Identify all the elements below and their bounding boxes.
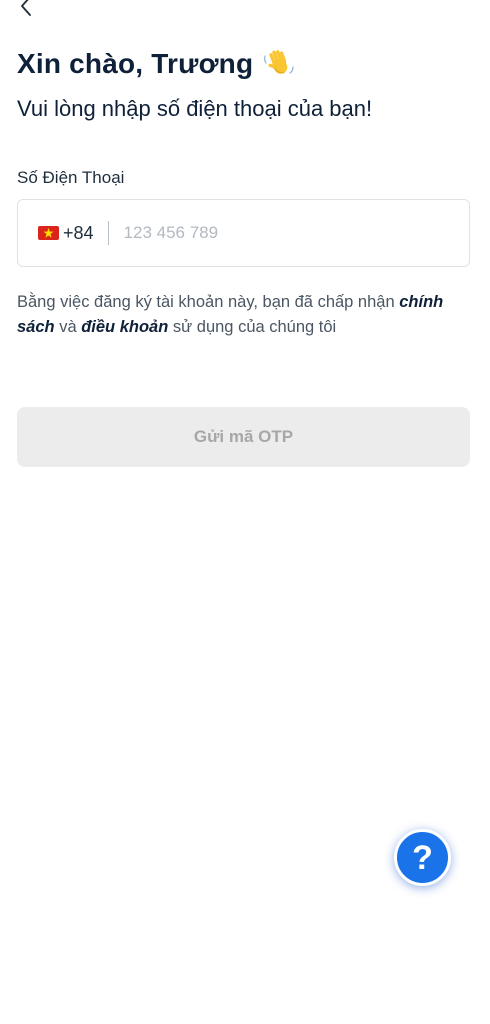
field-divider [107, 221, 109, 245]
terms-prefix: Bằng việc đăng ký tài khoản này, bạn đã … [17, 293, 400, 311]
vietnam-flag-icon [38, 226, 59, 240]
question-mark-icon: ? [412, 838, 433, 877]
phone-number-input[interactable] [123, 223, 424, 243]
country-code[interactable]: +84 [63, 223, 94, 244]
send-otp-button[interactable]: Gửi mã OTP [17, 407, 470, 467]
waving-hand-icon [264, 50, 294, 74]
greeting: Xin chào, Trương [17, 48, 295, 80]
terms-middle: và [54, 318, 82, 336]
terms-text: Bằng việc đăng ký tài khoản này, bạn đã … [17, 290, 477, 340]
terms-link[interactable]: điều khoản [81, 318, 168, 336]
help-button[interactable]: ? [394, 829, 451, 886]
login-screen: Xin chào, Trương Vui lòng nhập số điện t… [0, 0, 490, 1024]
chevron-left-icon [21, 0, 31, 16]
subtitle: Vui lòng nhập số điện thoại của bạn! [17, 96, 373, 121]
greeting-title: Xin chào, Trương [17, 48, 254, 79]
phone-field-label: Số Điện Thoại [17, 168, 125, 187]
back-button[interactable] [12, 0, 40, 18]
phone-field[interactable]: +84 [17, 199, 470, 267]
terms-suffix: sử dụng của chúng tôi [168, 318, 337, 336]
